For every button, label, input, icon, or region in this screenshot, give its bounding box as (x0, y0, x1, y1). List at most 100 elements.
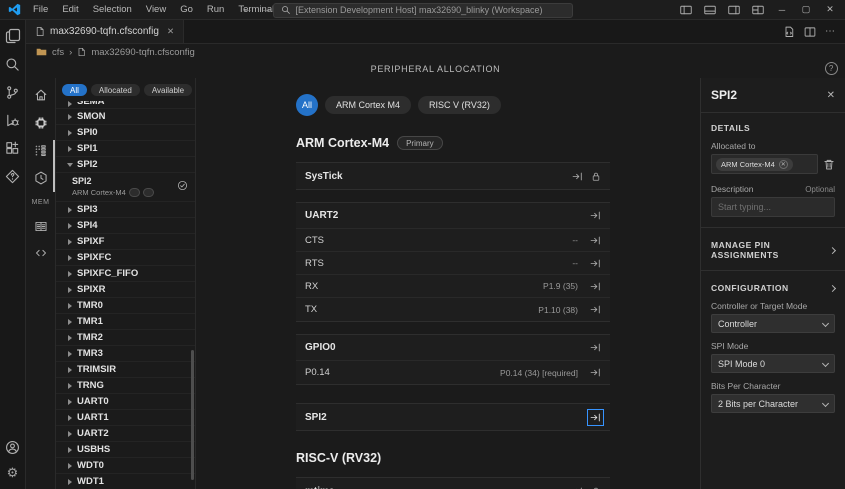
tree-item[interactable]: USBHS (56, 442, 195, 458)
peripheral-row[interactable]: mtime (296, 478, 610, 489)
back-icon[interactable]: ← (242, 3, 253, 15)
tree-item[interactable]: TMR1 (56, 314, 195, 330)
memory-allocation-icon[interactable]: MEM (32, 199, 50, 206)
mode-select[interactable]: Controller (711, 314, 835, 333)
command-center-search[interactable]: [Extension Development Host] max32690_bl… (273, 3, 573, 18)
tree-item[interactable]: TRIMSIR (56, 362, 195, 378)
tree-item[interactable]: UART1 (56, 410, 195, 426)
toggle-secondary-sidebar-icon[interactable] (723, 1, 745, 19)
home-icon[interactable] (34, 88, 48, 102)
forward-icon[interactable]: → (261, 3, 272, 15)
menu-go[interactable]: Go (174, 2, 199, 17)
manage-pin-assignments-row[interactable]: MANAGE PIN ASSIGNMENTS (711, 240, 835, 260)
search-view-icon[interactable] (5, 57, 20, 72)
tree-item[interactable]: SPIXR (56, 282, 195, 298)
tab-cfsconfig[interactable]: max32690-tqfn.cfsconfig ✕ (26, 20, 184, 43)
run-debug-icon[interactable] (5, 113, 20, 128)
peripheral-row[interactable]: GPIO0 (296, 335, 610, 361)
tree-item[interactable]: SPI1 (56, 141, 195, 157)
source-control-icon[interactable] (5, 85, 20, 100)
core-filter-cm4[interactable]: ARM Cortex M4 (325, 96, 411, 114)
description-input[interactable] (711, 197, 835, 217)
tree-item[interactable]: SPI0 (56, 125, 195, 141)
registers-icon[interactable] (34, 220, 48, 233)
minimize-icon[interactable]: ─ (771, 1, 793, 19)
spi-mode-select[interactable]: SPI Mode 0 (711, 354, 835, 373)
menu-view[interactable]: View (140, 2, 172, 17)
panel-close-icon[interactable]: ✕ (827, 90, 835, 101)
allocate-icon[interactable] (590, 342, 601, 353)
allocate-icon[interactable] (590, 258, 601, 269)
filter-available[interactable]: Available (144, 84, 192, 96)
allocate-icon[interactable] (590, 367, 601, 378)
signal-row[interactable]: P0.14 P0.14 (34) [required] (296, 361, 610, 384)
peripheral-row[interactable]: UART2 (296, 203, 610, 229)
signal-row[interactable]: RX P1.9 (35) (296, 275, 610, 298)
filter-allocated[interactable]: Allocated (91, 84, 140, 96)
allocate-icon[interactable] (572, 171, 583, 182)
tree-item[interactable]: TRNG (56, 378, 195, 394)
explorer-icon[interactable] (5, 28, 21, 44)
trash-icon[interactable] (823, 158, 835, 171)
close-window-icon[interactable]: ✕ (819, 1, 841, 19)
configuration-row[interactable]: CONFIGURATION (711, 283, 835, 293)
tab-close-icon[interactable]: ✕ (167, 26, 174, 37)
allocate-icon-focused[interactable] (590, 412, 601, 423)
settings-gear-icon[interactable]: ⚙ (7, 465, 19, 481)
core-filter-all[interactable]: All (296, 94, 318, 116)
cfs-tools-icon[interactable] (5, 169, 20, 184)
generate-code-icon[interactable] (34, 247, 48, 259)
clock-config-icon[interactable] (34, 171, 48, 185)
tree-item[interactable]: SPI3 (56, 202, 195, 218)
help-icon[interactable]: ? (825, 62, 838, 75)
allocate-icon[interactable] (590, 281, 601, 292)
tree-item[interactable]: SEMA (56, 101, 195, 109)
tree-item[interactable]: SPIXFC_FIFO (56, 266, 195, 282)
tree-item[interactable]: TMR0 (56, 298, 195, 314)
toggle-panel-icon[interactable] (699, 1, 721, 19)
peripheral-row[interactable]: SysTick (296, 163, 610, 189)
extensions-icon[interactable] (5, 141, 20, 156)
allocated-to-input[interactable]: ARM Cortex-M4 ✕ (711, 154, 818, 174)
allocate-icon[interactable] (572, 486, 583, 489)
tree-item-spi2[interactable]: SPI2 (56, 157, 195, 173)
customize-layout-icon[interactable] (747, 1, 769, 19)
remove-core-icon[interactable]: ✕ (779, 160, 788, 169)
allocate-icon[interactable] (590, 235, 601, 246)
peripheral-allocation-icon[interactable] (34, 116, 48, 130)
filter-all[interactable]: All (62, 84, 87, 96)
menu-selection[interactable]: Selection (87, 2, 138, 17)
menu-edit[interactable]: Edit (56, 2, 84, 17)
bits-select[interactable]: 2 Bits per Character (711, 394, 835, 413)
tree-item[interactable]: TMR2 (56, 330, 195, 346)
breadcrumb-folder[interactable]: cfs (52, 47, 64, 58)
tree-item[interactable]: SMON (56, 109, 195, 125)
allocate-icon[interactable] (590, 304, 601, 315)
core-filter-riscv[interactable]: RISC V (RV32) (418, 96, 501, 114)
tree-child-spi2[interactable]: SPI2 ARM Cortex-M4 (56, 173, 195, 202)
split-editor-icon[interactable] (804, 26, 816, 38)
pin-config-icon[interactable] (34, 144, 47, 157)
tree-item[interactable]: TMR3 (56, 346, 195, 362)
tree-item[interactable]: SPI4 (56, 218, 195, 234)
tree-item[interactable]: UART0 (56, 394, 195, 410)
tree-item[interactable]: SPIXF (56, 234, 195, 250)
signal-row[interactable]: CTS -- (296, 229, 610, 252)
tree-item[interactable]: WDT0 (56, 458, 195, 474)
more-actions-icon[interactable]: ⋯ (825, 26, 835, 37)
restore-icon[interactable]: ▢ (795, 1, 817, 19)
tree-item[interactable]: WDT1 (56, 474, 195, 489)
toggle-sidebar-icon[interactable] (675, 1, 697, 19)
tree-item[interactable]: SPIXFC (56, 250, 195, 266)
tree-scrollbar-thumb[interactable] (191, 350, 194, 480)
tree-item[interactable]: UART2 (56, 426, 195, 442)
menu-run[interactable]: Run (201, 2, 230, 17)
peripheral-row-spi2[interactable]: SPI2 (296, 404, 610, 430)
menu-file[interactable]: File (27, 2, 54, 17)
signal-row[interactable]: RTS -- (296, 252, 610, 275)
show-source-icon[interactable] (783, 26, 795, 38)
breadcrumb-file[interactable]: max32690-tqfn.cfsconfig (91, 47, 195, 58)
allocate-icon[interactable] (590, 210, 601, 221)
core-chip[interactable]: ARM Cortex-M4 ✕ (716, 158, 793, 171)
account-icon[interactable] (5, 440, 20, 455)
